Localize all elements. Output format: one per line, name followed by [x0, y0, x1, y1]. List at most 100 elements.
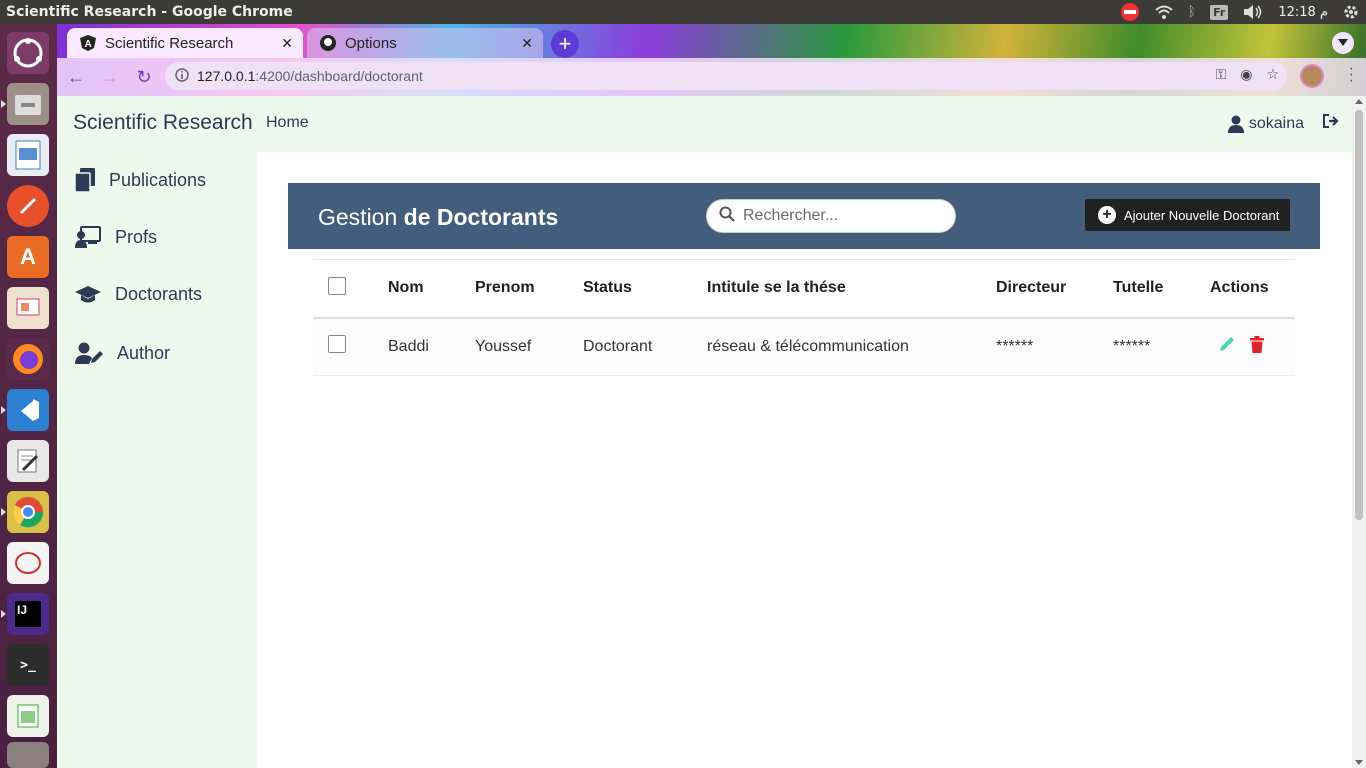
profs-icon: [75, 226, 101, 248]
running-indicator: [1, 406, 6, 414]
back-button[interactable]: ←: [61, 62, 91, 92]
table-header-row: Nom Prenom Status Intitule se la thése D…: [313, 259, 1295, 319]
user-edit-icon: [75, 342, 103, 364]
column-header-intitule[interactable]: Intitule se la thése: [707, 259, 996, 319]
url-text: 127.0.0.1:4200/dashboard/doctorant: [197, 68, 423, 84]
plus-circle-icon: +: [1098, 206, 1116, 224]
add-doctorant-button[interactable]: + Ajouter Nouvelle Doctorant: [1085, 199, 1290, 231]
eye-icon[interactable]: ◉: [1240, 66, 1252, 83]
tab-close-icon[interactable]: ✕: [521, 35, 533, 52]
tab-label: Scientific Research: [105, 34, 234, 52]
address-bar[interactable]: 127.0.0.1:4200/dashboard/doctorant ⚿ ◉ ☆: [165, 62, 1287, 90]
column-header-tutelle[interactable]: Tutelle: [1113, 259, 1210, 319]
volume-icon[interactable]: [1242, 4, 1264, 20]
scrollbar-thumb[interactable]: [1355, 110, 1363, 520]
sidebar-item-label: Author: [117, 342, 171, 363]
home-link[interactable]: Home: [266, 114, 309, 132]
info-icon[interactable]: [175, 67, 189, 85]
user-menu[interactable]: sokaina: [1227, 114, 1304, 133]
software-center-icon[interactable]: A: [7, 236, 49, 278]
sidebar-item-doctorants[interactable]: Doctorants: [75, 284, 202, 305]
user-area: sokaina: [1227, 113, 1340, 134]
main-content: Gestion de Doctorants + Ajouter Nouvelle…: [257, 152, 1352, 768]
sidebar-item-publications[interactable]: Publications: [75, 168, 206, 192]
sidebar-item-label: Publications: [109, 169, 207, 190]
chrome-icon[interactable]: [7, 491, 49, 533]
page-scrollbar[interactable]: [1352, 96, 1366, 768]
column-header-directeur[interactable]: Directeur: [996, 259, 1113, 319]
column-header-prenom[interactable]: Prenom: [475, 259, 583, 319]
ubuntu-dash-icon[interactable]: [7, 32, 49, 74]
clock[interactable]: 12:18 م: [1278, 5, 1328, 20]
select-all-cell: [313, 259, 388, 319]
logout-icon[interactable]: [1322, 113, 1340, 134]
column-header-actions: Actions: [1210, 259, 1295, 319]
angular-icon: A: [79, 34, 97, 52]
brand[interactable]: Scientific Research: [73, 111, 253, 135]
forward-button[interactable]: →: [95, 62, 125, 92]
vscode-icon[interactable]: [7, 389, 49, 431]
bluetooth-icon[interactable]: ᛒ: [1188, 4, 1196, 20]
text-editor-icon[interactable]: [7, 440, 49, 482]
settings-gear-icon[interactable]: [1342, 3, 1360, 21]
sidebar-item-author[interactable]: Author: [75, 342, 170, 364]
url-path: :4200/dashboard/doctorant: [255, 68, 423, 84]
select-all-checkbox[interactable]: [328, 276, 346, 295]
bookmark-star-icon[interactable]: ☆: [1266, 66, 1279, 83]
key-icon[interactable]: ⚿: [1216, 66, 1227, 83]
tab-scientific-research[interactable]: A Scientific Research ✕: [67, 28, 303, 58]
column-header-status[interactable]: Status: [583, 259, 707, 319]
tab-close-icon[interactable]: ✕: [281, 35, 293, 52]
cell-directeur: ******: [996, 317, 1113, 376]
cell-prenom: Youssef: [475, 317, 583, 376]
github-icon: [319, 34, 337, 52]
row-select-cell: [313, 317, 388, 376]
row-checkbox[interactable]: [328, 335, 346, 354]
scroll-up-arrow-icon[interactable]: [1355, 99, 1363, 104]
trash-icon[interactable]: [7, 742, 49, 768]
tab-search-icon[interactable]: [1332, 32, 1354, 54]
search-input[interactable]: [743, 207, 943, 225]
cell-intitule: réseau & télécommunication: [707, 317, 996, 376]
app-root: Scientific Research Home sokaina Publica…: [57, 96, 1352, 768]
url-host: 127.0.0.1: [197, 68, 256, 84]
files-icon[interactable]: [7, 83, 49, 125]
tab-label: Options: [345, 34, 397, 52]
running-indicator: [1, 610, 6, 618]
cell-tutelle: ******: [1113, 317, 1210, 376]
firefox-icon[interactable]: [7, 338, 49, 380]
sidebar-item-label: Doctorants: [115, 284, 203, 304]
terminal-icon[interactable]: >_: [7, 644, 49, 686]
column-header-nom[interactable]: Nom: [388, 259, 475, 319]
sidebar-item-label: Profs: [115, 226, 158, 247]
tab-options[interactable]: Options ✕: [307, 28, 543, 58]
search-box[interactable]: [706, 199, 956, 233]
profile-avatar[interactable]: [1300, 64, 1324, 88]
sidebar-item-profs[interactable]: Profs: [75, 226, 157, 248]
intellij-icon[interactable]: IJ: [7, 593, 49, 635]
browser-menu-icon[interactable]: · · ·: [1349, 61, 1354, 89]
user-name: sokaina: [1248, 114, 1304, 132]
image-viewer-icon[interactable]: [7, 134, 49, 176]
presentation-icon[interactable]: [7, 287, 49, 329]
reload-button[interactable]: ↻: [129, 62, 159, 92]
edit-pencil-icon[interactable]: [1218, 335, 1236, 358]
scroll-down-arrow-icon[interactable]: [1355, 760, 1363, 765]
cell-nom: Baddi: [388, 317, 475, 376]
keyboard-layout-indicator[interactable]: Fr: [1210, 4, 1229, 20]
no-entry-icon[interactable]: [1120, 2, 1140, 22]
browser-chrome: A Scientific Research ✕ Options ✕ + ← → …: [57, 24, 1366, 96]
doctorants-table: Nom Prenom Status Intitule se la thése D…: [313, 259, 1295, 376]
spreadsheet-icon[interactable]: [7, 695, 49, 737]
add-doctorant-label: Ajouter Nouvelle Doctorant: [1124, 207, 1280, 223]
inkscape-icon[interactable]: [7, 185, 49, 227]
window-title: Scientific Research - Google Chrome: [6, 4, 293, 20]
pdf-viewer-icon[interactable]: [7, 542, 49, 584]
page-title-bold: de Doctorants: [403, 204, 559, 230]
delete-trash-icon[interactable]: [1250, 335, 1264, 358]
wifi-icon[interactable]: [1154, 4, 1174, 20]
new-tab-button[interactable]: +: [551, 30, 579, 58]
sidebar: Publications Profs Doctorants Author: [57, 152, 257, 768]
table-title-bar: Gestion de Doctorants + Ajouter Nouvelle…: [288, 183, 1320, 249]
svg-text:A: A: [85, 39, 92, 50]
